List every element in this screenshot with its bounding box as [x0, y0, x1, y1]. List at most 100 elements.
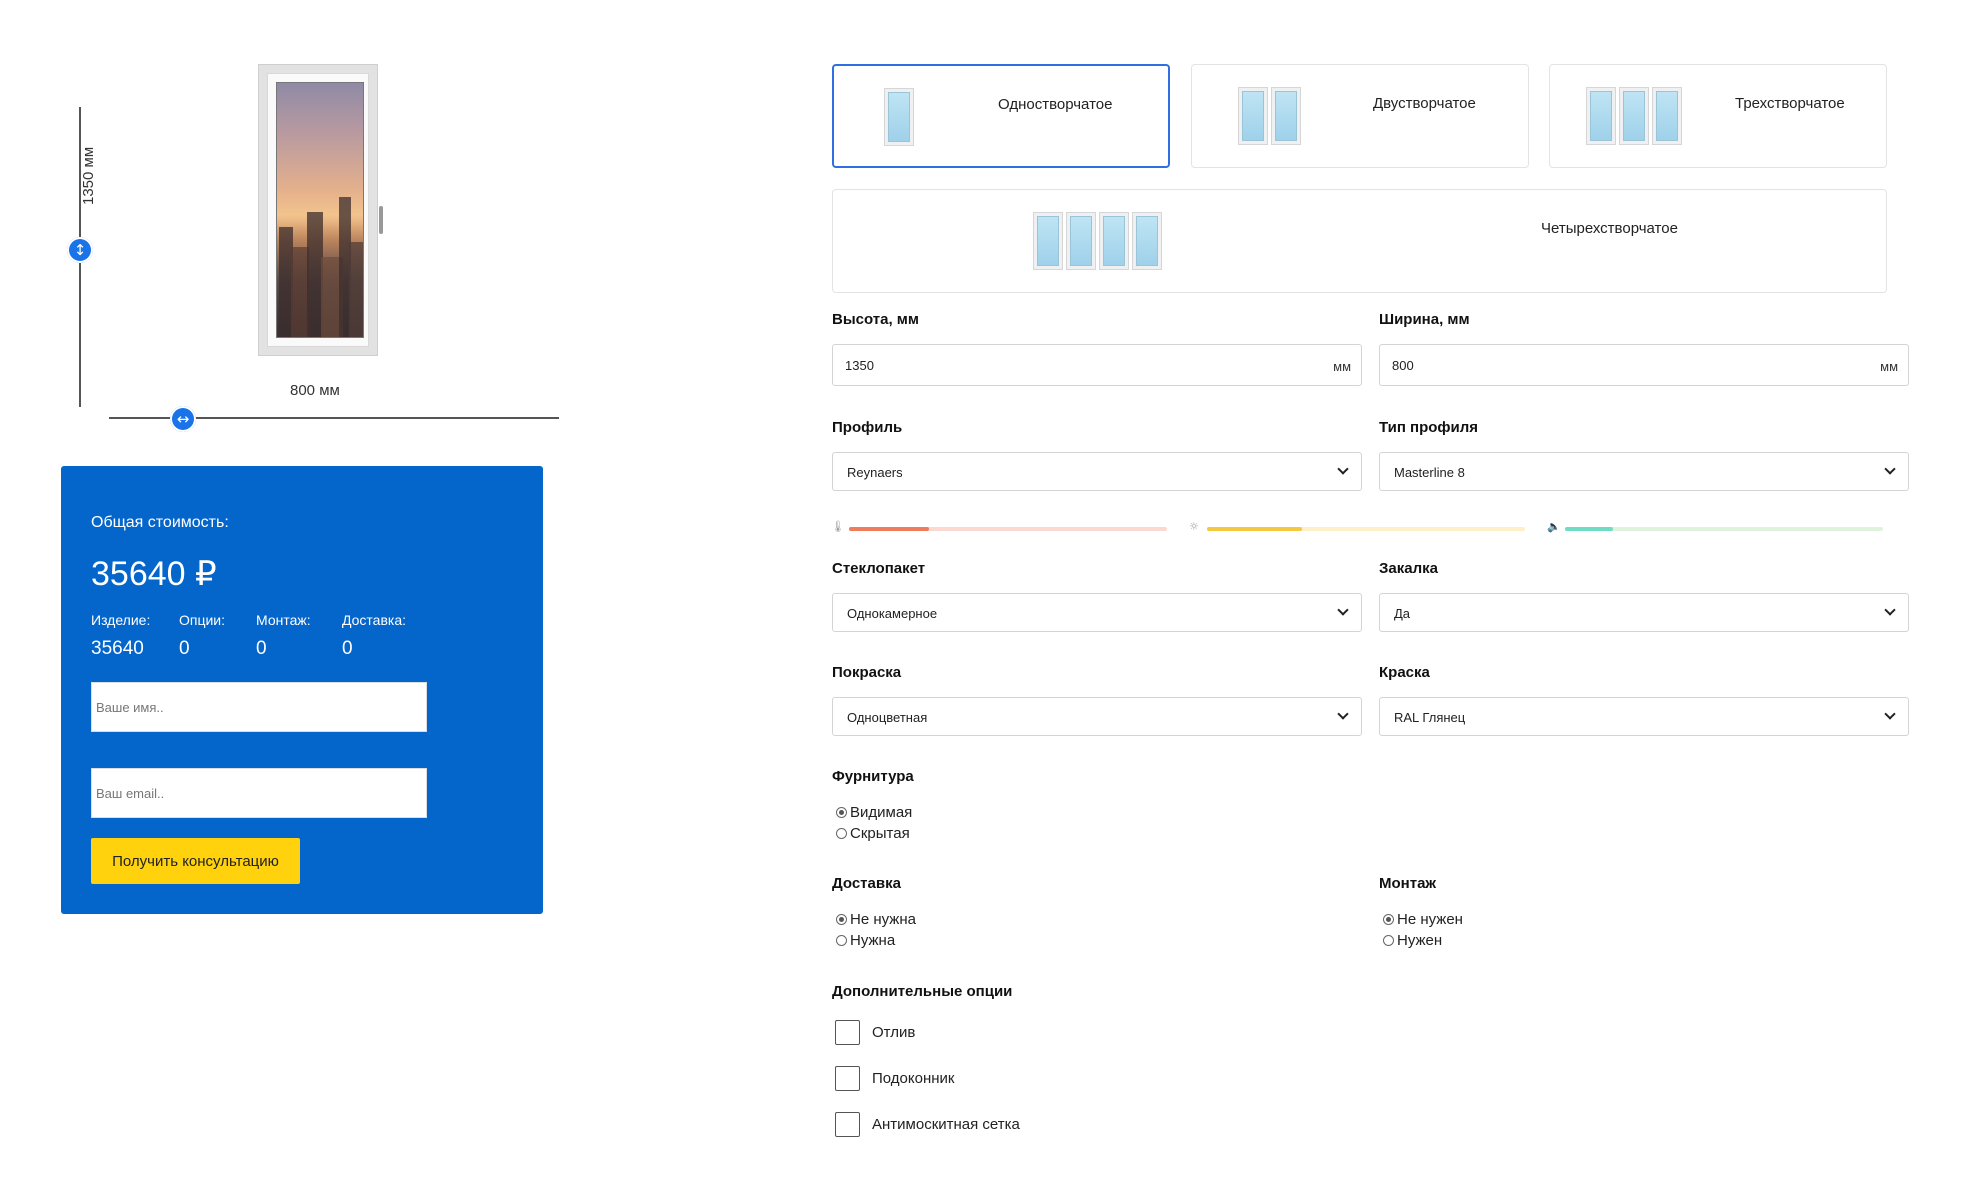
- light-rating-track: [1207, 527, 1525, 531]
- window-type-single[interactable]: Одностворчатое: [832, 64, 1170, 168]
- sun-icon: ☼: [1189, 520, 1199, 533]
- cost-title: Общая стоимость:: [91, 514, 229, 531]
- window-type-triple-label: Трехстворчатое: [1735, 95, 1845, 112]
- horizontal-resize-icon: ↔: [176, 409, 190, 428]
- thermometer-icon: 🌡: [831, 520, 845, 533]
- total-price: 35640 ₽: [91, 555, 217, 593]
- tempering-label: Закалка: [1379, 560, 1438, 577]
- sash-icon: [1586, 87, 1616, 145]
- radio-button[interactable]: [836, 914, 847, 925]
- cost-installation-value: 0: [256, 638, 267, 659]
- chevron-down-icon: [1337, 708, 1349, 720]
- width-input[interactable]: [1392, 345, 1832, 385]
- window-type-double[interactable]: Двустворчатое: [1191, 64, 1529, 168]
- paint-label: Краска: [1379, 664, 1430, 681]
- thermal-rating-track: [849, 527, 1167, 531]
- light-rating-fill: [1207, 527, 1303, 531]
- extra-option-windowsill[interactable]: Подоконник: [835, 1066, 954, 1091]
- extra-option-drip-cap[interactable]: Отлив: [835, 1020, 915, 1045]
- sound-rating-fill: [1565, 527, 1613, 531]
- delivery-option-not-needed-label: Не нужна: [850, 911, 916, 928]
- cost-delivery-value: 0: [342, 638, 353, 659]
- hardware-option-visible[interactable]: Видимая: [836, 804, 912, 821]
- cost-options-value: 0: [179, 638, 190, 659]
- width-field: мм: [1379, 344, 1909, 386]
- window-type-double-label: Двустворчатое: [1373, 95, 1476, 112]
- radio-button[interactable]: [836, 935, 847, 946]
- sash-icon: [1619, 87, 1649, 145]
- painting-select-value: Одноцветная: [847, 710, 928, 725]
- cost-product-value: 35640: [91, 638, 144, 659]
- sash-icon: [1099, 212, 1129, 270]
- height-field-label: Высота, мм: [832, 311, 919, 328]
- radio-button[interactable]: [836, 807, 847, 818]
- checkbox[interactable]: [835, 1066, 860, 1091]
- profile-type-label: Тип профиля: [1379, 419, 1479, 436]
- name-input[interactable]: [91, 682, 427, 732]
- height-field: мм: [832, 344, 1362, 386]
- profile-type-select[interactable]: Masterline 8: [1379, 452, 1909, 491]
- width-slider-handle[interactable]: ↔: [170, 406, 196, 432]
- height-input[interactable]: [845, 345, 1285, 385]
- window-type-quadruple-label: Четырехстворчатое: [1541, 220, 1678, 237]
- radio-button[interactable]: [1383, 914, 1394, 925]
- width-unit: мм: [1880, 359, 1898, 374]
- speaker-icon: 🔈: [1547, 520, 1561, 533]
- delivery-option-needed[interactable]: Нужна: [836, 932, 895, 949]
- hardware-label: Фурнитура: [832, 768, 914, 785]
- profile-label: Профиль: [832, 419, 903, 436]
- window-sash-frame: [267, 73, 383, 347]
- radio-button[interactable]: [1383, 935, 1394, 946]
- extra-option-mosquito-net[interactable]: Антимоскитная сетка: [835, 1112, 1020, 1137]
- light-rating: ☼: [1189, 520, 1529, 535]
- delivery-option-needed-label: Нужна: [850, 932, 896, 949]
- paint-select-value: RAL Глянец: [1394, 710, 1466, 725]
- vertical-resize-icon: ↕: [73, 240, 87, 259]
- hardware-option-visible-label: Видимая: [850, 804, 913, 821]
- installation-label: Монтаж: [1379, 875, 1437, 892]
- chevron-down-icon: [1884, 604, 1896, 616]
- profile-select[interactable]: Reynaers: [832, 452, 1362, 491]
- cost-options: Опции: 0: [179, 612, 225, 660]
- hardware-option-hidden-label: Скрытая: [850, 825, 910, 842]
- window-type-quadruple[interactable]: Четырехстворчатое: [832, 189, 1887, 293]
- painting-label: Покраска: [832, 664, 902, 681]
- height-unit: мм: [1333, 359, 1351, 374]
- chevron-down-icon: [1884, 463, 1896, 475]
- cost-product-label: Изделие:: [91, 612, 151, 628]
- cost-delivery: Доставка: 0: [342, 612, 406, 660]
- sound-rating-track: [1565, 527, 1883, 531]
- window-type-triple[interactable]: Трехстворчатое: [1549, 64, 1887, 168]
- radio-button[interactable]: [836, 828, 847, 839]
- painting-select[interactable]: Одноцветная: [832, 697, 1362, 736]
- thermal-rating: 🌡: [831, 520, 1171, 535]
- thermal-rating-fill: [849, 527, 929, 531]
- chevron-down-icon: [1337, 604, 1349, 616]
- checkbox[interactable]: [835, 1112, 860, 1137]
- height-dimension-label: 1350 мм: [80, 146, 97, 205]
- delivery-label: Доставка: [832, 875, 901, 892]
- hardware-option-hidden[interactable]: Скрытая: [836, 825, 910, 842]
- installation-option-not-needed[interactable]: Не нужен: [1383, 911, 1463, 928]
- checkbox[interactable]: [835, 1020, 860, 1045]
- tempering-select[interactable]: Да: [1379, 593, 1909, 632]
- sound-rating: 🔈: [1547, 520, 1887, 535]
- width-field-label: Ширина, мм: [1379, 311, 1470, 328]
- extra-option-mosquito-net-label: Антимоскитная сетка: [872, 1116, 1020, 1133]
- cost-installation: Монтаж: 0: [256, 612, 311, 660]
- paint-select[interactable]: RAL Глянец: [1379, 697, 1909, 736]
- chevron-down-icon: [1337, 463, 1349, 475]
- height-slider-handle[interactable]: ↕: [67, 237, 93, 263]
- installation-option-needed[interactable]: Нужен: [1383, 932, 1442, 949]
- glass-select[interactable]: Однокамерное: [832, 593, 1362, 632]
- sash-icon: [1652, 87, 1682, 145]
- installation-option-not-needed-label: Не нужен: [1397, 911, 1463, 928]
- delivery-option-not-needed[interactable]: Не нужна: [836, 911, 916, 928]
- get-consultation-button[interactable]: Получить консультацию: [91, 838, 300, 884]
- profile-type-select-value: Masterline 8: [1394, 465, 1465, 480]
- sash-icon: [1033, 212, 1063, 270]
- email-input[interactable]: [91, 768, 427, 818]
- tempering-select-value: Да: [1394, 606, 1411, 621]
- extras-label: Дополнительные опции: [832, 983, 1013, 1000]
- window-type-single-label: Одностворчатое: [998, 96, 1113, 113]
